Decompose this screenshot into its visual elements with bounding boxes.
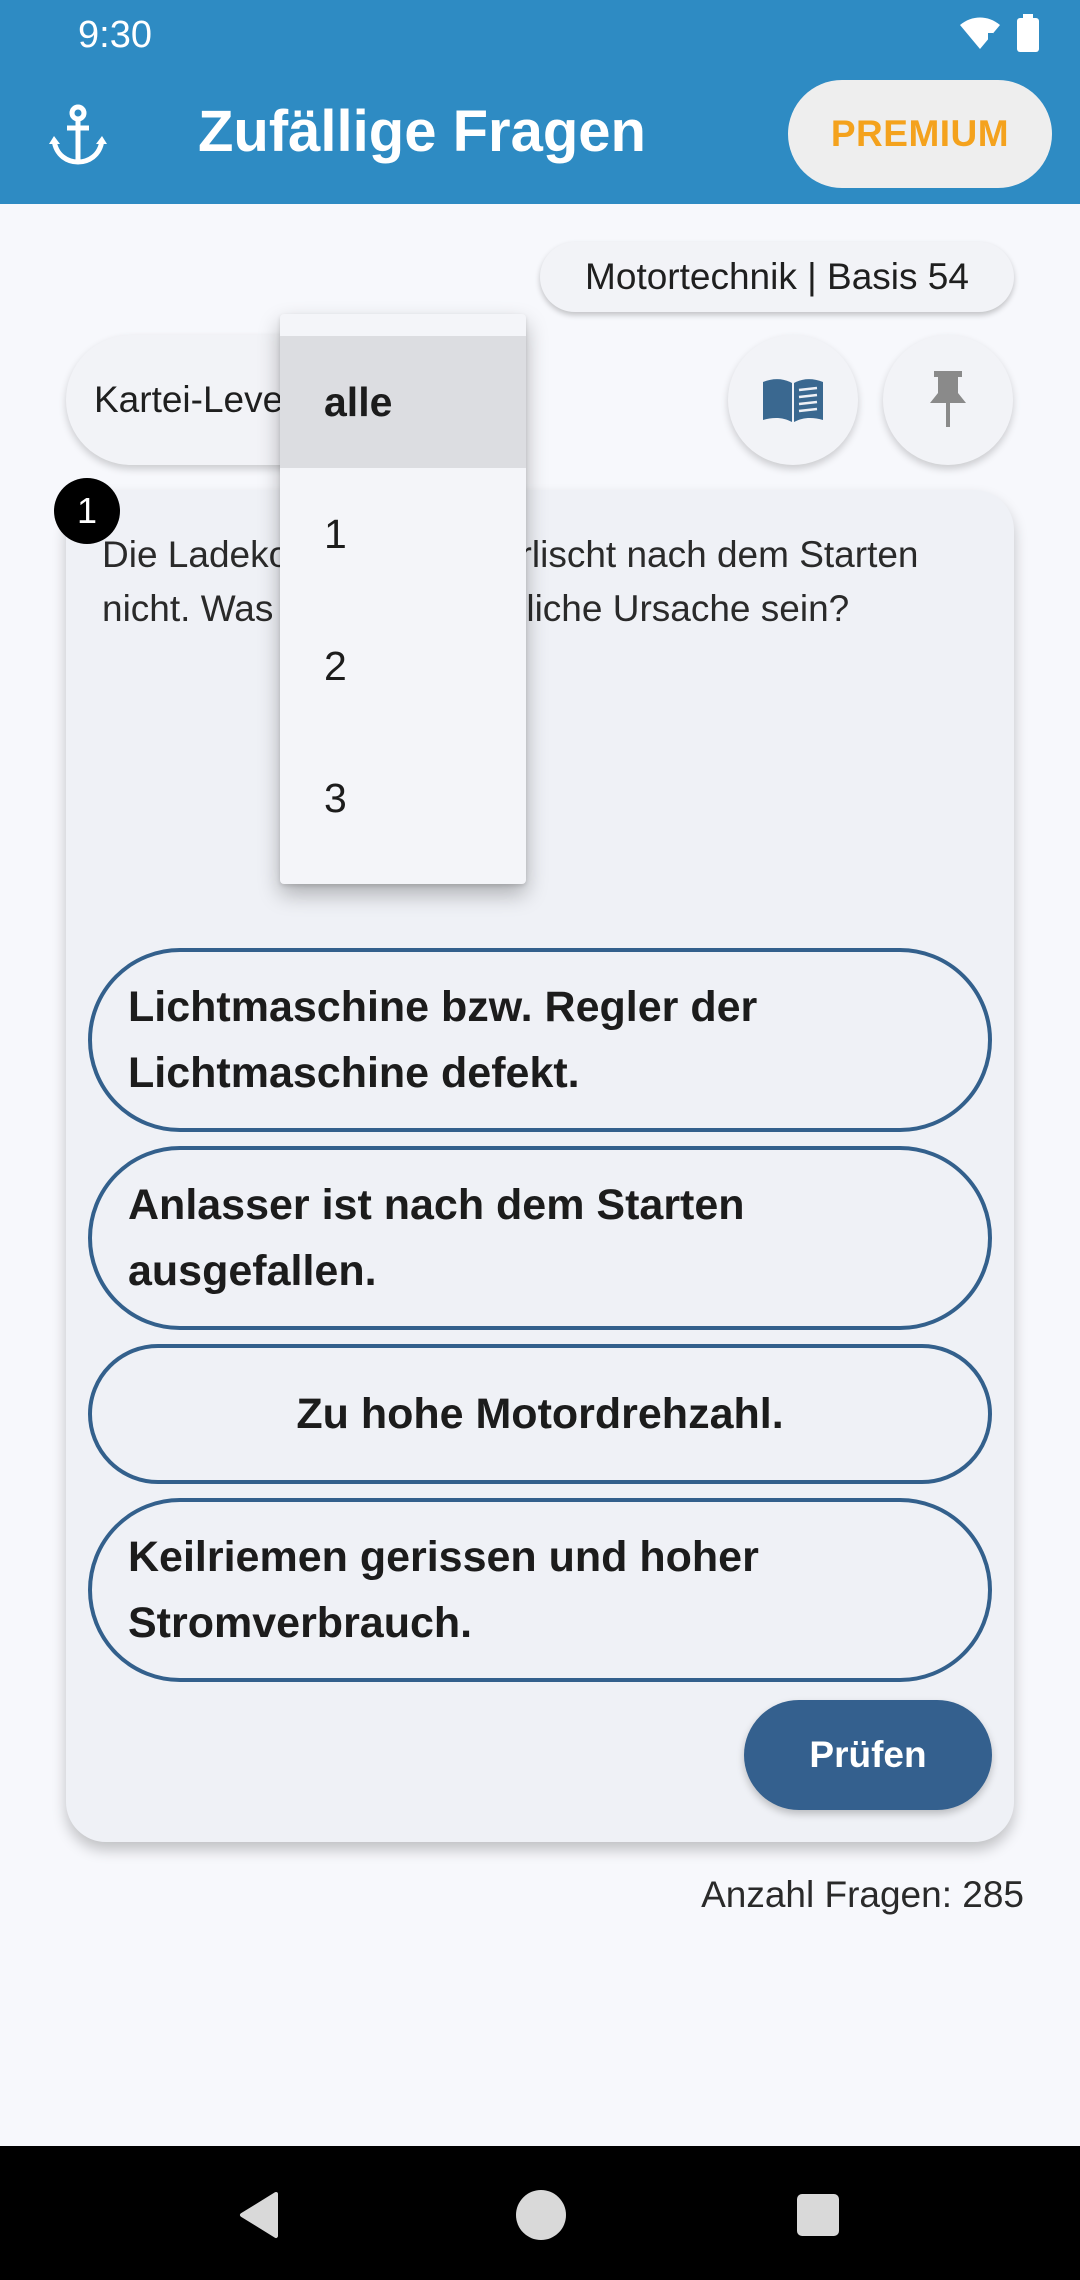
answer-option[interactable]: Anlasser ist nach dem Starten ausgefalle… <box>88 1146 992 1330</box>
pin-button[interactable] <box>883 335 1013 465</box>
check-button[interactable]: Prüfen <box>744 1700 992 1810</box>
dropdown-option-2[interactable]: 2 <box>280 600 526 732</box>
premium-button[interactable]: PREMIUM <box>788 80 1052 188</box>
question-text: Die Ladekontrollleuchte erlischt nach de… <box>102 534 919 629</box>
book-icon <box>763 379 823 422</box>
level-select-label: Kartei-Level <box>94 379 292 420</box>
answer-option[interactable]: Lichtmaschine bzw. Regler der Lichtmasch… <box>88 948 992 1132</box>
dropdown-option-1[interactable]: 1 <box>280 468 526 600</box>
page-title: Zufällige Fragen <box>198 99 646 164</box>
book-button[interactable] <box>728 335 858 465</box>
home-icon[interactable] <box>516 2190 566 2240</box>
question-number-badge: 1 <box>54 478 120 544</box>
app-bar: 9:30 Zufällige Fragen PREMIUM <box>0 0 1080 204</box>
dropdown-option-3[interactable]: 3 <box>280 732 526 864</box>
status-time: 9:30 <box>78 14 152 56</box>
pin-icon <box>930 371 966 427</box>
status-icons <box>958 14 1040 52</box>
navigation-bar <box>0 2146 1080 2280</box>
dropdown-option-all[interactable]: alle <box>280 336 526 468</box>
level-dropdown-menu: alle 1 2 3 <box>280 314 526 884</box>
answer-option[interactable]: Zu hohe Motordrehzahl. <box>88 1344 992 1484</box>
back-icon[interactable] <box>236 2190 282 2240</box>
wifi-icon <box>960 17 1000 50</box>
question-count: Anzahl Fragen: 285 <box>701 1874 1024 1915</box>
battery-icon <box>1017 14 1039 52</box>
recents-icon[interactable] <box>797 2194 839 2236</box>
anchor-icon[interactable] <box>48 104 108 166</box>
category-tag: Motortechnik | Basis 54 <box>540 242 1014 312</box>
answer-option[interactable]: Keilriemen gerissen und hoher Stromverbr… <box>88 1498 992 1682</box>
screen: 9:30 Zufällige Fragen PREMIUM Motortechn… <box>0 0 1080 2280</box>
